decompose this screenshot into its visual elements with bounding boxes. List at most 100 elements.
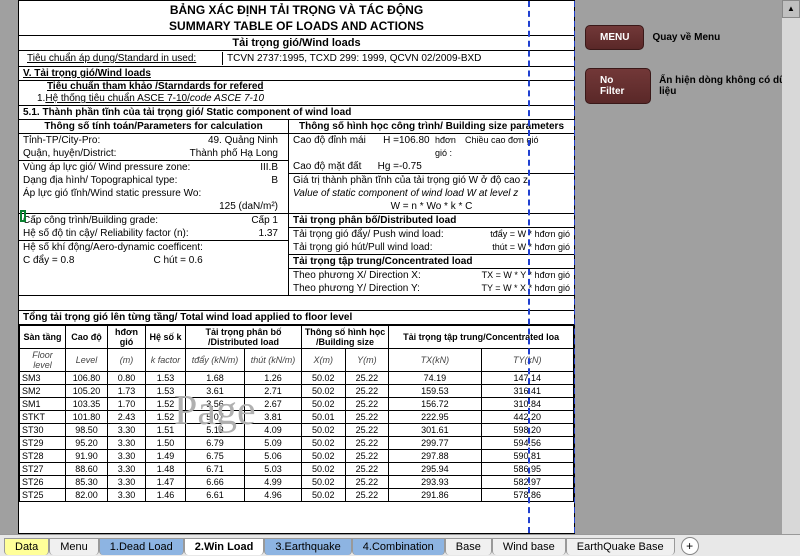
cell[interactable]: ST30: [20, 424, 66, 437]
cell[interactable]: 3.30: [108, 489, 146, 502]
cell[interactable]: ST29: [20, 437, 66, 450]
cell[interactable]: 1.50: [146, 437, 186, 450]
nofilter-button[interactable]: No Filter: [585, 68, 651, 104]
cell[interactable]: 6.61: [186, 489, 245, 502]
cell[interactable]: 582.97: [481, 476, 573, 489]
add-sheet-button[interactable]: +: [681, 537, 699, 555]
cell[interactable]: STKT: [20, 411, 66, 424]
p-city-v[interactable]: 49. Quảng Ninh: [208, 134, 284, 147]
scroll-up-button[interactable]: ▲: [782, 0, 800, 18]
cell[interactable]: 103.35: [66, 398, 108, 411]
cell[interactable]: ST26: [20, 476, 66, 489]
cell[interactable]: 295.94: [389, 463, 481, 476]
cell[interactable]: 50.02: [301, 489, 345, 502]
cell[interactable]: 2.43: [108, 411, 146, 424]
cell[interactable]: 6.75: [186, 450, 245, 463]
tab-menu[interactable]: Menu: [49, 538, 99, 555]
cell[interactable]: 586.95: [481, 463, 573, 476]
cell[interactable]: 3.30: [108, 424, 146, 437]
cell[interactable]: 291.86: [389, 489, 481, 502]
cell[interactable]: 1.73: [108, 385, 146, 398]
menu-button[interactable]: MENU: [585, 25, 644, 50]
cell[interactable]: 293.93: [389, 476, 481, 489]
cell[interactable]: 82.00: [66, 489, 108, 502]
cell[interactable]: SM2: [20, 385, 66, 398]
cell[interactable]: 6.79: [186, 437, 245, 450]
cell[interactable]: 598.20: [481, 424, 573, 437]
cell[interactable]: 297.88: [389, 450, 481, 463]
cell[interactable]: 50.02: [301, 424, 345, 437]
tab-deadload[interactable]: 1.Dead Load: [99, 538, 184, 555]
cell[interactable]: 3.30: [108, 437, 146, 450]
cell[interactable]: 50.02: [301, 450, 345, 463]
cell[interactable]: 4.09: [245, 424, 302, 437]
cell[interactable]: 25.22: [345, 398, 389, 411]
tab-data[interactable]: Data: [4, 538, 49, 555]
cell[interactable]: 316.41: [481, 385, 573, 398]
cell[interactable]: 50.02: [301, 385, 345, 398]
cell[interactable]: 222.95: [389, 411, 481, 424]
cell[interactable]: 1.46: [146, 489, 186, 502]
table-row[interactable]: ST2995.203.301.506.795.0950.0225.22299.7…: [20, 437, 574, 450]
cell[interactable]: 50.02: [301, 372, 345, 385]
p-grade-v[interactable]: Cấp 1: [251, 214, 284, 227]
cell[interactable]: 5.09: [245, 437, 302, 450]
tab-combination[interactable]: 4.Combination: [352, 538, 445, 555]
cell[interactable]: 299.77: [389, 437, 481, 450]
cell[interactable]: ST27: [20, 463, 66, 476]
cell[interactable]: 50.01: [301, 411, 345, 424]
cell[interactable]: 88.60: [66, 463, 108, 476]
cell[interactable]: 1.47: [146, 476, 186, 489]
tab-winload[interactable]: 2.Win Load: [184, 538, 265, 555]
cell[interactable]: 5.13: [186, 424, 245, 437]
table-row[interactable]: SM2105.201.731.533.612.7150.0225.22159.5…: [20, 385, 574, 398]
table-row[interactable]: SM1103.351.701.523.562.6750.0225.22156.7…: [20, 398, 574, 411]
cell[interactable]: 442.20: [481, 411, 573, 424]
tab-windbase[interactable]: Wind base: [492, 538, 566, 555]
p-dist-v[interactable]: Thành phố Hạ Long: [190, 147, 284, 160]
cell[interactable]: 3.56: [186, 398, 245, 411]
cell[interactable]: 25.22: [345, 463, 389, 476]
cell[interactable]: 1.51: [146, 424, 186, 437]
cell[interactable]: 4.96: [245, 489, 302, 502]
cell[interactable]: 301.61: [389, 424, 481, 437]
cell[interactable]: 3.30: [108, 476, 146, 489]
cell[interactable]: 310.84: [481, 398, 573, 411]
p-topo-v[interactable]: B: [271, 174, 284, 187]
tab-earthquake[interactable]: 3.Earthquake: [264, 538, 351, 555]
table-row[interactable]: STKT101.802.431.525.073.8150.0125.22222.…: [20, 411, 574, 424]
cell[interactable]: 91.90: [66, 450, 108, 463]
cell[interactable]: 3.30: [108, 450, 146, 463]
cell[interactable]: 156.72: [389, 398, 481, 411]
cell[interactable]: 50.02: [301, 463, 345, 476]
vertical-scrollbar[interactable]: ▲: [782, 0, 800, 534]
cell[interactable]: 4.99: [245, 476, 302, 489]
cell[interactable]: 25.22: [345, 372, 389, 385]
cell[interactable]: 101.80: [66, 411, 108, 424]
cell[interactable]: 106.80: [66, 372, 108, 385]
cell[interactable]: 25.22: [345, 385, 389, 398]
cell[interactable]: 2.67: [245, 398, 302, 411]
cell[interactable]: 1.48: [146, 463, 186, 476]
cell[interactable]: 5.03: [245, 463, 302, 476]
table-row[interactable]: SM3106.800.801.531.681.2650.0225.2274.19…: [20, 372, 574, 385]
cell[interactable]: 578.86: [481, 489, 573, 502]
cell[interactable]: 85.30: [66, 476, 108, 489]
cell[interactable]: 2.71: [245, 385, 302, 398]
cell[interactable]: 1.53: [146, 372, 186, 385]
cell[interactable]: 6.71: [186, 463, 245, 476]
cell[interactable]: 95.20: [66, 437, 108, 450]
cell[interactable]: 50.02: [301, 476, 345, 489]
cell[interactable]: 98.50: [66, 424, 108, 437]
cell[interactable]: 1.52: [146, 398, 186, 411]
cell[interactable]: 6.66: [186, 476, 245, 489]
cell[interactable]: 25.22: [345, 424, 389, 437]
cell[interactable]: SM1: [20, 398, 66, 411]
tab-base[interactable]: Base: [445, 538, 492, 555]
cell[interactable]: 1.70: [108, 398, 146, 411]
table-row[interactable]: ST2891.903.301.496.755.0650.0225.22297.8…: [20, 450, 574, 463]
table-row[interactable]: ST2685.303.301.476.664.9950.0225.22293.9…: [20, 476, 574, 489]
cell[interactable]: ST25: [20, 489, 66, 502]
cell[interactable]: 159.53: [389, 385, 481, 398]
cell[interactable]: 5.06: [245, 450, 302, 463]
